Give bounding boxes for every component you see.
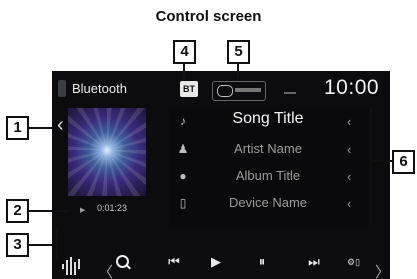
hands-free-phone-icon bbox=[212, 81, 266, 101]
album-artwork[interactable] bbox=[68, 108, 146, 196]
source-label[interactable]: Bluetooth bbox=[72, 81, 127, 96]
song-title: Song Title bbox=[232, 110, 304, 127]
play-state-icon: ▶ bbox=[80, 207, 86, 214]
chevron-left-icon[interactable]: ‹ bbox=[347, 142, 351, 157]
info-row-device[interactable]: ▯ Device Name ‹ bbox=[169, 191, 369, 217]
leader-line-4 bbox=[183, 64, 185, 78]
phone-icon bbox=[217, 85, 233, 97]
nav-right-chevron-icon[interactable]: 〉 bbox=[375, 261, 390, 279]
signal-bars bbox=[235, 88, 261, 92]
source-icon[interactable] bbox=[58, 80, 66, 97]
artist-name: Artist Name bbox=[234, 141, 302, 156]
album-title: Album Title bbox=[235, 168, 301, 183]
callout-2: 2 bbox=[6, 199, 29, 223]
leader-line-1 bbox=[29, 127, 52, 129]
device-icon: ▯ bbox=[179, 196, 187, 210]
bracket-6 bbox=[370, 108, 372, 224]
chevron-left-icon[interactable]: ‹ bbox=[347, 196, 351, 211]
callout-4: 4 bbox=[173, 40, 196, 64]
head-unit-screen: Bluetooth BT 10:00 ‹ ▶ 0:01:23 ♪ Song Ti… bbox=[52, 71, 390, 279]
bluetooth-icon: BT bbox=[180, 81, 198, 97]
artwork-image bbox=[68, 108, 146, 196]
nav-left-chevron-icon[interactable]: 〈 bbox=[98, 261, 113, 279]
info-row-album[interactable]: ● Album Title ‹ bbox=[169, 164, 369, 190]
caption-title: Control screen bbox=[155, 8, 262, 25]
leader-line-2 bbox=[29, 210, 69, 212]
bracket-3 bbox=[56, 228, 58, 260]
chevron-left-icon[interactable]: ‹ bbox=[347, 169, 351, 184]
leader-line-5 bbox=[237, 64, 239, 78]
status-bar: Bluetooth BT 10:00 bbox=[52, 71, 390, 107]
callout-3: 3 bbox=[6, 233, 29, 257]
status-dash bbox=[284, 92, 296, 94]
music-note-icon: ♪ bbox=[180, 114, 186, 128]
album-disc-icon: ● bbox=[179, 169, 187, 183]
info-row-artist[interactable]: ♟ Artist Name ‹ bbox=[169, 137, 369, 163]
device-name: Device Name bbox=[228, 195, 308, 210]
bottom-nav: 〈 〉 bbox=[52, 261, 390, 279]
clock: 10:00 bbox=[324, 76, 380, 99]
leader-line-6 bbox=[372, 160, 392, 162]
leader-line-3 bbox=[29, 244, 56, 246]
callout-1: 1 bbox=[6, 116, 29, 140]
chevron-left-icon[interactable]: ‹ bbox=[347, 114, 351, 129]
callout-6: 6 bbox=[392, 150, 415, 174]
grid-menu-icon[interactable] bbox=[66, 265, 76, 275]
info-row-song[interactable]: ♪ Song Title ‹ bbox=[169, 109, 369, 135]
callout-5: 5 bbox=[227, 40, 250, 64]
track-info-panel: ♪ Song Title ‹ ♟ Artist Name ‹ ● Album T… bbox=[169, 109, 369, 227]
artist-icon: ♟ bbox=[177, 142, 189, 156]
playback-time: 0:01:23 bbox=[97, 203, 128, 213]
back-chevron-icon[interactable]: ‹ bbox=[57, 115, 64, 135]
